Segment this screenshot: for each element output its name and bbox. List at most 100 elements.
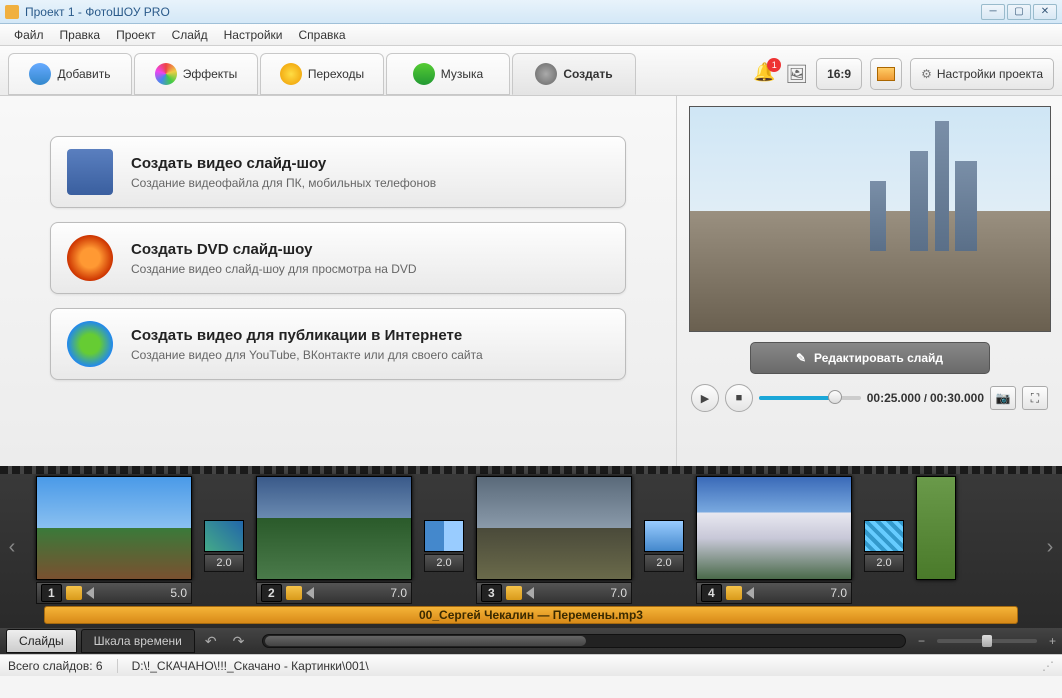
play-icon[interactable]: [306, 587, 314, 599]
create-video-desc: Создание видеофайла для ПК, мобильных те…: [131, 176, 436, 190]
timeline-transition-3[interactable]: 2.0: [644, 520, 684, 572]
menu-file[interactable]: Файл: [6, 26, 52, 44]
play-icon[interactable]: [86, 587, 94, 599]
project-settings-button[interactable]: ⚙ Настройки проекта: [910, 58, 1054, 90]
create-video-button[interactable]: Создать видео слайд-шоу Создание видеофа…: [50, 136, 626, 208]
main-tabs: Добавить Эффекты Переходы Музыка Создать…: [0, 46, 1062, 96]
play-button[interactable]: ▶: [691, 384, 719, 412]
zoom-thumb[interactable]: [982, 635, 992, 647]
slide-number: 3: [481, 584, 502, 602]
star-icon: [280, 63, 302, 85]
fullscreen-icon: ⛶: [1031, 391, 1039, 406]
play-icon[interactable]: [526, 587, 534, 599]
minimize-button[interactable]: ─: [981, 4, 1005, 20]
edit-icon[interactable]: [66, 586, 82, 600]
notifications-button[interactable]: 🔔 1: [753, 62, 777, 86]
status-path: D:\!_СКАЧАНО\!!!_Скачано - Картинки\001\: [132, 659, 369, 673]
safe-zone-button[interactable]: [870, 58, 902, 90]
create-internet-desc: Создание видео для YouTube, ВКонтакте ил…: [131, 348, 483, 362]
timeline-prev-button[interactable]: ‹: [2, 522, 22, 572]
timeline-slide-2[interactable]: 2 7.0: [256, 476, 412, 604]
window-title: Проект 1 - ФотоШОУ PRO: [25, 5, 981, 19]
resize-grip[interactable]: ⋰: [1042, 659, 1054, 673]
timeline-transition-2[interactable]: 2.0: [424, 520, 464, 572]
zoom-out-icon[interactable]: −: [918, 634, 925, 648]
timeline-transition-1[interactable]: 2.0: [204, 520, 244, 572]
create-video-title: Создать видео слайд-шоу: [131, 155, 436, 172]
camera-icon: 📷: [996, 391, 1011, 405]
globe-icon: [67, 321, 113, 367]
aspect-ratio-button[interactable]: 16:9: [816, 58, 862, 90]
zoom-slider[interactable]: [937, 639, 1037, 643]
tab-transitions[interactable]: Переходы: [260, 53, 384, 95]
menubar: Файл Правка Проект Слайд Настройки Справ…: [0, 24, 1062, 46]
slide-duration: 5.0: [170, 586, 187, 600]
menu-edit[interactable]: Правка: [52, 26, 109, 44]
timeline-transition-4[interactable]: 2.0: [864, 520, 904, 572]
slide-duration: 7.0: [610, 586, 627, 600]
view-tab-timeline[interactable]: Шкала времени: [81, 629, 195, 653]
transition-duration: 2.0: [204, 554, 244, 572]
palette-icon: [155, 63, 177, 85]
create-dvd-title: Создать DVD слайд-шоу: [131, 241, 417, 258]
menu-project[interactable]: Проект: [108, 26, 164, 44]
pencil-icon: ✎: [796, 351, 806, 365]
scrollbar-thumb[interactable]: [265, 636, 586, 646]
timeline-scrollbar[interactable]: [262, 634, 906, 648]
timeline-next-button[interactable]: ›: [1040, 522, 1060, 572]
audio-track-label: 00_Сергей Чекалин — Перемены.mp3: [419, 608, 643, 622]
status-total-slides-label: Всего слайдов:: [8, 659, 93, 673]
playback-slider[interactable]: [759, 396, 861, 400]
preview-panel: ✎ Редактировать слайд ▶ ■ 00:25.000 / 00…: [676, 96, 1062, 466]
undo-button[interactable]: ↶: [199, 633, 223, 650]
play-icon[interactable]: [746, 587, 754, 599]
timeline-slide-3[interactable]: 3 7.0: [476, 476, 632, 604]
menu-settings[interactable]: Настройки: [216, 26, 291, 44]
create-internet-button[interactable]: Создать видео для публикации в Интернете…: [50, 308, 626, 380]
camera-icon: [29, 63, 51, 85]
tab-create[interactable]: Создать: [512, 53, 636, 95]
timeline-slide-5[interactable]: [916, 476, 956, 580]
edit-icon[interactable]: [286, 586, 302, 600]
create-panel: Создать видео слайд-шоу Создание видеофа…: [0, 96, 676, 466]
close-button[interactable]: ✕: [1033, 4, 1057, 20]
timeline-slide-4[interactable]: 4 7.0: [696, 476, 852, 604]
gallery-icon[interactable]: 🖼: [785, 64, 808, 85]
tab-add[interactable]: Добавить: [8, 53, 132, 95]
slider-thumb[interactable]: [828, 390, 842, 404]
edit-icon[interactable]: [726, 586, 742, 600]
tab-effects[interactable]: Эффекты: [134, 53, 258, 95]
slide-duration: 7.0: [830, 586, 847, 600]
music-icon: [413, 63, 435, 85]
edit-icon[interactable]: [506, 586, 522, 600]
app-icon: [5, 5, 19, 19]
snapshot-button[interactable]: 📷: [990, 386, 1016, 410]
view-tab-slides[interactable]: Слайды: [6, 629, 77, 653]
edit-slide-button[interactable]: ✎ Редактировать слайд: [750, 342, 990, 374]
maximize-button[interactable]: ▢: [1007, 4, 1031, 20]
tab-music[interactable]: Музыка: [386, 53, 510, 95]
transition-duration: 2.0: [424, 554, 464, 572]
slide-number: 1: [41, 584, 62, 602]
slide-duration: 7.0: [390, 586, 407, 600]
fullscreen-button[interactable]: ⛶: [1022, 386, 1048, 410]
video-file-icon: [67, 149, 113, 195]
stop-button[interactable]: ■: [725, 384, 753, 412]
bottom-controls: Слайды Шкала времени ↶ ↷ − +: [0, 628, 1062, 654]
dvd-icon: [67, 235, 113, 281]
notification-badge: 1: [767, 58, 781, 72]
menu-help[interactable]: Справка: [290, 26, 353, 44]
timeline: ‹ 1 5.0 2.0 2 7.0 2.0 3 7.0: [0, 466, 1062, 628]
transition-duration: 2.0: [864, 554, 904, 572]
statusbar: Всего слайдов: 6 D:\!_СКАЧАНО\!!!_Скачан…: [0, 654, 1062, 676]
audio-track[interactable]: 00_Сергей Чекалин — Перемены.mp3: [44, 606, 1018, 624]
create-dvd-button[interactable]: Создать DVD слайд-шоу Создание видео сла…: [50, 222, 626, 294]
reel-icon: [535, 63, 557, 85]
titlebar: Проект 1 - ФотоШОУ PRO ─ ▢ ✕: [0, 0, 1062, 24]
status-total-slides-value: 6: [96, 659, 103, 673]
timeline-slide-1[interactable]: 1 5.0: [36, 476, 192, 604]
zoom-in-icon[interactable]: +: [1049, 634, 1056, 648]
preview-viewport[interactable]: [689, 106, 1051, 332]
menu-slide[interactable]: Слайд: [164, 26, 216, 44]
redo-button[interactable]: ↷: [227, 633, 251, 650]
